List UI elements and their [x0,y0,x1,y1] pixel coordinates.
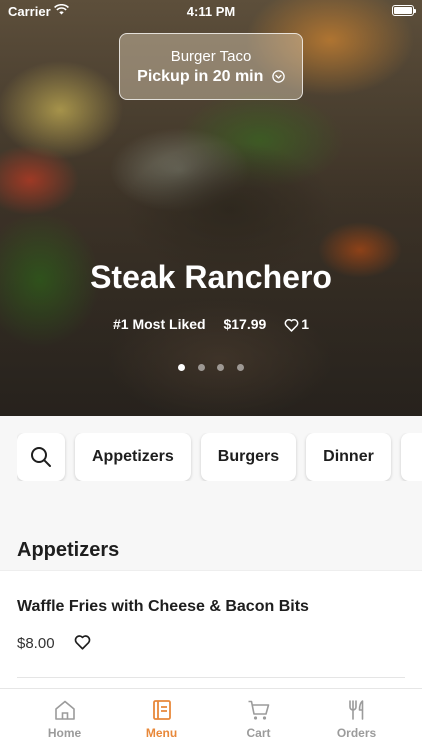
like-group[interactable]: 1 [284,316,309,332]
menu-icon [152,700,171,720]
tab-label: Cart [246,726,271,740]
featured-item-meta: #1 Most Liked $17.99 1 [0,316,422,332]
cart-icon [248,700,269,720]
status-bar: Carrier 4:11 PM [0,0,422,22]
heart-icon[interactable] [74,634,91,650]
tab-bar: Home Menu Cart Orders [0,688,422,750]
featured-item-title[interactable]: Steak Ranchero [0,259,422,296]
pickup-selector[interactable]: Burger Taco Pickup in 20 min [119,33,303,100]
tab-home[interactable]: Home [16,689,113,750]
carousel-dot[interactable] [197,364,205,371]
category-chip-more[interactable] [400,433,422,481]
pickup-eta-row: Pickup in 20 min [120,68,302,86]
search-button[interactable] [17,433,65,481]
category-chip-appetizers[interactable]: Appetizers [75,433,191,481]
home-icon [54,700,75,720]
category-chip-burgers[interactable]: Burgers [200,433,297,481]
carousel-dot[interactable] [178,364,186,371]
tab-orders[interactable]: Orders [308,689,405,750]
chevron-down-circle-icon [272,70,285,83]
section-title: Appetizers [17,539,120,561]
restaurant-name: Burger Taco [170,48,252,65]
pickup-eta: Pickup in 20 min [137,68,264,85]
like-count: 1 [301,316,309,332]
heart-icon [284,319,299,332]
search-icon [31,446,51,467]
most-liked-badge: #1 Most Liked [113,316,206,332]
tab-label: Home [47,726,82,740]
divider [17,677,405,678]
status-time: 4:11 PM [186,4,236,19]
tab-label: Menu [145,726,178,740]
battery-icon [392,5,416,16]
tab-menu[interactable]: Menu [113,689,210,750]
carousel-dot[interactable] [217,364,225,371]
carousel-dot[interactable] [236,364,244,371]
tab-label: Orders [336,726,377,740]
menu-item-name: Waffle Fries with Cheese & Bacon Bits [17,598,309,615]
fork-knife-icon [348,700,363,720]
menu-item-price: $8.00 [17,635,55,652]
tab-cart[interactable]: Cart [210,689,307,750]
category-chip-dinner[interactable]: Dinner [306,433,391,481]
menu-item[interactable]: Waffle Fries with Cheese & Bacon Bits $8… [0,570,422,688]
featured-item-price: $17.99 [223,316,267,332]
category-bar[interactable]: Appetizers Burgers Dinner [17,433,422,481]
carousel-indicator[interactable] [0,358,422,376]
